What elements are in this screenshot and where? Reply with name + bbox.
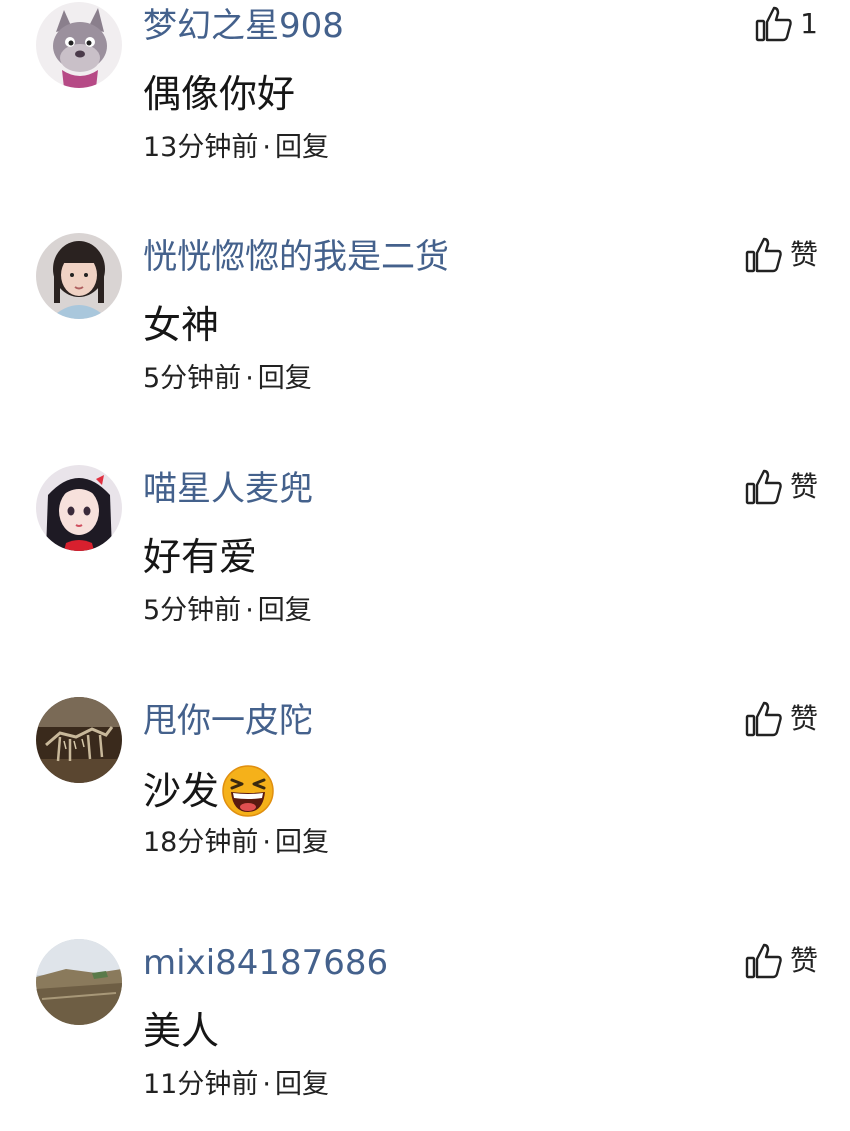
separator: · xyxy=(262,132,271,163)
username[interactable]: 喵星人麦兜 xyxy=(143,467,313,511)
thumbs-up-icon xyxy=(755,6,792,42)
landscape-avatar-icon xyxy=(36,939,122,1025)
reply-button[interactable]: 回复 xyxy=(275,132,329,163)
anime-girl-avatar-icon xyxy=(36,465,122,551)
thumbs-up-icon xyxy=(745,469,782,505)
avatar[interactable] xyxy=(36,233,122,319)
avatar[interactable] xyxy=(36,939,122,1025)
reply-button[interactable]: 回复 xyxy=(258,595,312,626)
like-button[interactable]: 赞 xyxy=(744,465,818,509)
thumbs-up-icon xyxy=(745,701,782,737)
username[interactable]: 恍恍惚惚的我是二货 xyxy=(143,235,449,279)
comment-text: 沙发 xyxy=(143,764,275,818)
timestamp: 5分钟前 xyxy=(143,595,242,626)
timestamp: 18分钟前 xyxy=(143,827,259,858)
username[interactable]: mixi84187686 xyxy=(143,941,388,985)
dinosaur-skeleton-avatar-icon xyxy=(36,697,122,783)
thumbs-up-icon xyxy=(745,943,782,979)
like-button[interactable]: 赞 xyxy=(744,233,818,277)
separator: · xyxy=(262,827,271,858)
reply-button[interactable]: 回复 xyxy=(275,1069,329,1100)
comment-meta: 5分钟前 · 回复 xyxy=(143,361,312,397)
avatar[interactable] xyxy=(36,465,122,551)
comment-text: 偶像你好 xyxy=(143,69,295,119)
comment-list: 梦幻之星908 偶像你好 13分钟前 · 回复 1 恍恍惚惚的我是二货 女神 5… xyxy=(0,0,850,1131)
laughing-emoji-icon xyxy=(221,764,275,818)
comment-meta: 11分钟前 · 回复 xyxy=(143,1067,329,1103)
comment-text: 女神 xyxy=(143,300,219,350)
separator: · xyxy=(262,1069,271,1100)
like-label: 赞 xyxy=(789,944,818,977)
like-label: 赞 xyxy=(789,238,818,271)
comment-item: 恍恍惚惚的我是二货 女神 5分钟前 · 回复 赞 xyxy=(0,233,850,433)
timestamp: 13分钟前 xyxy=(143,132,259,163)
comment-text-body: 好有爱 xyxy=(143,535,258,579)
like-count: 1 xyxy=(800,7,818,40)
comment-text-body: 女神 xyxy=(143,303,220,347)
like-label: 赞 xyxy=(789,702,818,735)
comment-item: mixi84187686 美人 11分钟前 · 回复 赞 xyxy=(0,939,850,1131)
avatar[interactable] xyxy=(36,2,122,88)
thumbs-up-icon xyxy=(745,237,782,273)
avatar[interactable] xyxy=(36,697,122,783)
separator: · xyxy=(245,363,254,394)
separator: · xyxy=(245,595,254,626)
comment-item: 喵星人麦兜 好有爱 5分钟前 · 回复 赞 xyxy=(0,465,850,665)
reply-button[interactable]: 回复 xyxy=(275,827,329,858)
username[interactable]: 梦幻之星908 xyxy=(143,4,344,48)
comment-text: 美人 xyxy=(143,1006,219,1056)
cartoon-wolf-avatar-icon xyxy=(36,2,122,88)
reply-button[interactable]: 回复 xyxy=(258,363,312,394)
like-button[interactable]: 赞 xyxy=(744,697,818,741)
timestamp: 5分钟前 xyxy=(143,363,242,394)
comment-meta: 18分钟前 · 回复 xyxy=(143,825,329,861)
like-button[interactable]: 赞 xyxy=(744,939,818,983)
like-button[interactable]: 1 xyxy=(754,2,818,46)
comment-meta: 13分钟前 · 回复 xyxy=(143,130,329,166)
username[interactable]: 甩你一皮陀 xyxy=(143,699,313,743)
comment-text-body: 沙发 xyxy=(143,769,220,813)
timestamp: 11分钟前 xyxy=(143,1069,259,1100)
comment-text: 好有爱 xyxy=(143,532,257,582)
girl-photo-avatar-icon xyxy=(36,233,122,319)
comment-text-body: 偶像你好 xyxy=(143,72,296,116)
comment-item: 梦幻之星908 偶像你好 13分钟前 · 回复 1 xyxy=(0,2,850,202)
comment-item: 甩你一皮陀 沙发 18分钟前 · 回复 赞 xyxy=(0,697,850,897)
like-label: 赞 xyxy=(789,470,818,503)
comment-meta: 5分钟前 · 回复 xyxy=(143,593,312,629)
comment-text-body: 美人 xyxy=(143,1009,220,1053)
